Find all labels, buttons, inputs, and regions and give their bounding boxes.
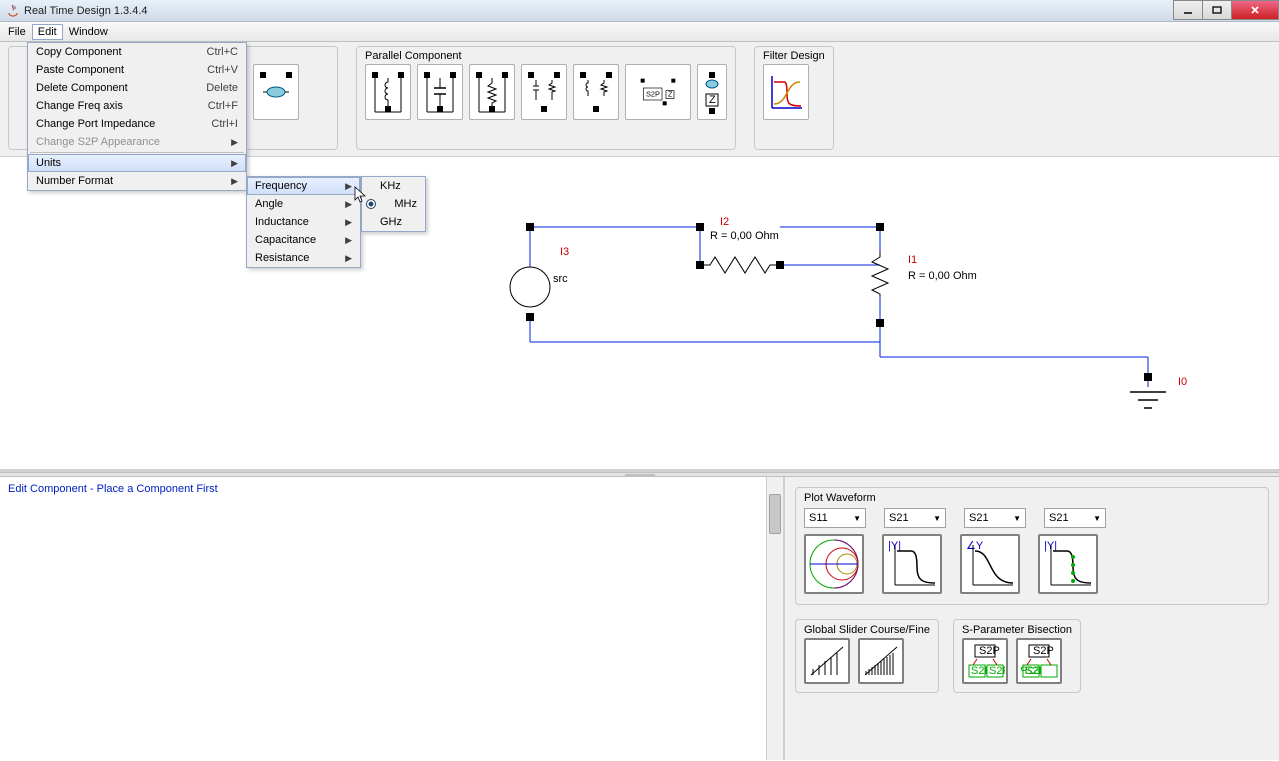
plot-select-s21-c[interactable]: S21▼ <box>1044 508 1106 528</box>
dd-freq-ghz[interactable]: GHz <box>362 213 425 231</box>
slider-fine-button[interactable] <box>858 638 904 684</box>
titlebar: Real Time Design 1.3.4.4 <box>0 0 1279 22</box>
parallel-inductor-button[interactable] <box>365 64 411 120</box>
plot-select-s21-a[interactable]: S21▼ <box>884 508 946 528</box>
slider-coarse-button[interactable] <box>804 638 850 684</box>
smith-chart-button[interactable] <box>804 534 864 594</box>
plot-waveform-group: Plot Waveform S11▼ S21▼ S21▼ S21▼ |Y| ∠Y… <box>795 487 1269 605</box>
close-button[interactable] <box>1231 0 1279 20</box>
dd-freq-khz[interactable]: KHz <box>362 177 425 195</box>
dd-freq-mhz[interactable]: MHz <box>362 195 425 213</box>
parallel-rlc2-button[interactable] <box>573 64 619 120</box>
dd-change-freq-axis[interactable]: Change Freq axisCtrl+F <box>28 97 246 115</box>
svg-text:S2P: S2P <box>989 665 1005 677</box>
label-i2: I2 <box>720 216 729 228</box>
dd-units-frequency[interactable]: Frequency▶ <box>247 177 360 195</box>
chevron-down-icon: ▼ <box>853 514 861 523</box>
chevron-down-icon: ▼ <box>933 514 941 523</box>
menu-edit[interactable]: Edit <box>32 24 63 40</box>
label-i0: I0 <box>1178 376 1187 388</box>
series-capacitor-button[interactable] <box>253 64 299 120</box>
window-title: Real Time Design 1.3.4.4 <box>24 5 1174 17</box>
plot-select-s11[interactable]: S11▼ <box>804 508 866 528</box>
edit-component-panel: Edit Component - Place a Component First <box>0 477 785 760</box>
svg-text:∠Y: ∠Y <box>966 540 984 552</box>
menu-file[interactable]: File <box>2 24 32 40</box>
java-icon <box>6 4 20 18</box>
edit-hint: Edit Component - Place a Component First <box>8 483 775 495</box>
filter-label: Filter Design <box>763 50 825 62</box>
parallel-label: Parallel Component <box>365 50 727 62</box>
chevron-down-icon: ▼ <box>1093 514 1101 523</box>
parallel-s2p-button[interactable]: S2P Z <box>625 64 691 120</box>
dd-units-capacitance[interactable]: Capacitance▶ <box>247 231 360 249</box>
minimize-button[interactable] <box>1173 0 1203 20</box>
scrollbar[interactable] <box>766 477 783 760</box>
window-controls <box>1174 0 1279 21</box>
parallel-component-group: Parallel Component S2P Z Z <box>356 46 736 150</box>
dd-paste-component[interactable]: Paste ComponentCtrl+V <box>28 61 246 79</box>
label-i1: I1 <box>908 254 917 266</box>
label-r2: R = 0,00 Ohm <box>710 230 779 242</box>
parallel-z-button[interactable]: Z <box>697 64 727 120</box>
frequency-dropdown: KHz MHz GHz <box>361 176 426 232</box>
dd-units-angle[interactable]: Angle▶ <box>247 195 360 213</box>
dd-number-format[interactable]: Number Format▶ <box>28 172 246 190</box>
dd-units-resistance[interactable]: Resistance▶ <box>247 249 360 267</box>
maximize-button[interactable] <box>1202 0 1232 20</box>
svg-text:S2P: S2P <box>1020 665 1041 677</box>
filter-design-group: Filter Design <box>754 46 834 150</box>
chevron-down-icon: ▼ <box>1013 514 1021 523</box>
dd-change-port-impedance[interactable]: Change Port ImpedanceCtrl+I <box>28 115 246 133</box>
plot-select-s21-b[interactable]: S21▼ <box>964 508 1026 528</box>
units-dropdown: Frequency▶ Angle▶ Inductance▶ Capacitanc… <box>246 176 361 268</box>
menu-window[interactable]: Window <box>63 24 114 40</box>
parallel-capacitor-button[interactable] <box>417 64 463 120</box>
phase-plot-button[interactable]: ∠Y <box>960 534 1020 594</box>
svg-text:S2P: S2P <box>1033 645 1054 657</box>
label-r1: R = 0,00 Ohm <box>908 270 977 282</box>
plot-title: Plot Waveform <box>804 492 1260 504</box>
edit-dropdown: Copy ComponentCtrl+C Paste ComponentCtrl… <box>27 42 247 191</box>
right-panel: Plot Waveform S11▼ S21▼ S21▼ S21▼ |Y| ∠Y… <box>785 477 1279 760</box>
menubar: File Edit Window <box>0 22 1279 42</box>
bisection-group: S-Parameter Bisection S2PS2PS2P S2PS2PS2… <box>953 619 1081 693</box>
bisection-b-button[interactable]: S2PS2PS2P <box>1016 638 1062 684</box>
dd-units[interactable]: Units▶ <box>28 154 246 172</box>
circuit-canvas[interactable]: I3 src I2 R = 0,00 Ohm I1 R = 0,00 Ohm I… <box>0 157 1279 472</box>
dd-copy-component[interactable]: Copy ComponentCtrl+C <box>28 43 246 61</box>
bottom-panels: Edit Component - Place a Component First… <box>0 477 1279 760</box>
dd-units-inductance[interactable]: Inductance▶ <box>247 213 360 231</box>
svg-text:Z: Z <box>668 90 673 99</box>
dd-change-s2p-appearance: Change S2P Appearance▶ <box>28 133 246 151</box>
parallel-resistor-button[interactable] <box>469 64 515 120</box>
label-i3: I3 <box>560 246 569 258</box>
svg-text:S2P: S2P <box>979 645 1000 657</box>
s2p-text: S2P <box>646 90 660 99</box>
slider-group: Global Slider Course/Fine <box>795 619 939 693</box>
bisection-label: S-Parameter Bisection <box>962 624 1072 636</box>
markers-plot-button[interactable]: |Y| <box>1038 534 1098 594</box>
dd-separator <box>30 152 244 153</box>
svg-text:Z: Z <box>709 94 716 106</box>
bisection-a-button[interactable]: S2PS2PS2P <box>962 638 1008 684</box>
dd-delete-component[interactable]: Delete ComponentDelete <box>28 79 246 97</box>
filter-design-button[interactable] <box>763 64 809 120</box>
magnitude-plot-button[interactable]: |Y| <box>882 534 942 594</box>
parallel-rlc-button[interactable] <box>521 64 567 120</box>
label-src: src <box>553 273 568 285</box>
slider-label: Global Slider Course/Fine <box>804 624 930 636</box>
radio-selected-icon <box>366 199 376 209</box>
